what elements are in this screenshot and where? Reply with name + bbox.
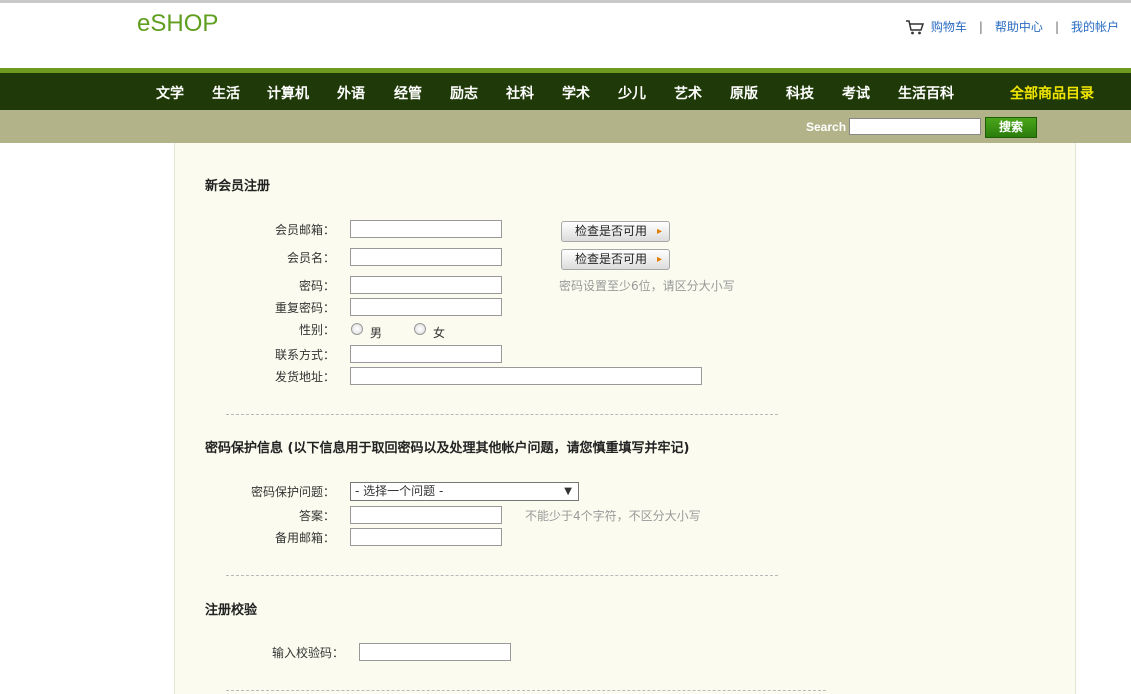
gender-female-label: 女	[433, 326, 446, 340]
nav-all-categories[interactable]: 全部商品目录	[1010, 83, 1094, 103]
section-divider	[226, 575, 778, 576]
dropdown-arrow-icon: ▼	[564, 486, 572, 497]
help-center-link[interactable]: 帮助中心	[995, 18, 1043, 35]
section-divider	[226, 690, 826, 691]
category-nav: 文学 生活 计算机 外语 经管 励志 社科 学术 少儿 艺术 原版 科技 考试 …	[0, 73, 1131, 110]
answer-hint: 不能少于4个字符，不区分大小写	[525, 509, 701, 523]
check-username-button-label: 检查是否可用	[575, 252, 648, 266]
shopping-cart-icon[interactable]	[905, 19, 925, 35]
top-links: 购物车 | 帮助中心 | 我的帐户	[905, 18, 1119, 35]
password-label: 密码：	[298, 279, 335, 293]
security-section-title: 密码保护信息 (以下信息用于取回密码以及处理其他帐户问题，请您慎重填写并牢记)	[205, 441, 690, 456]
username-label: 会员名：	[286, 251, 335, 265]
search-input[interactable]	[849, 118, 981, 135]
answer-label: 答案：	[298, 509, 335, 523]
search-bar: Search 搜索	[0, 110, 1131, 143]
check-username-button[interactable]: 检查是否可用 ▸	[561, 249, 670, 270]
backup-email-label: 备用邮箱：	[274, 531, 335, 545]
repeat-password-label: 重复密码：	[274, 301, 335, 315]
gender-female-radio[interactable]	[414, 323, 426, 335]
repeat-password-field[interactable]	[350, 298, 502, 316]
top-border	[0, 0, 1131, 3]
nav-item-computer[interactable]: 计算机	[267, 83, 309, 103]
nav-item-art[interactable]: 艺术	[674, 83, 702, 103]
password-hint: 密码设置至少6位，请区分大小写	[559, 279, 735, 293]
email-label: 会员邮箱：	[274, 223, 335, 237]
link-separator: |	[978, 19, 983, 34]
address-field[interactable]	[350, 367, 702, 385]
gender-label: 性别：	[298, 323, 335, 337]
register-section-title: 新会员注册	[205, 179, 271, 194]
password-field[interactable]	[350, 276, 502, 294]
arrow-right-icon: ▸	[656, 254, 662, 265]
nav-item-exam[interactable]: 考试	[842, 83, 870, 103]
cart-link[interactable]: 购物车	[931, 18, 967, 35]
contact-field[interactable]	[350, 345, 502, 363]
security-question-value: - 选择一个问题 -	[355, 484, 444, 498]
registration-panel: 新会员注册 会员邮箱： 检查是否可用 ▸ 会员名： 检查是否可用 ▸ 密码： 密…	[174, 143, 1076, 694]
search-button[interactable]: 搜索	[985, 117, 1037, 138]
gender-male-radio[interactable]	[351, 323, 363, 335]
section-divider	[226, 414, 778, 415]
nav-item-foreign-language[interactable]: 外语	[337, 83, 365, 103]
security-question-select[interactable]: - 选择一个问题 - ▼	[350, 482, 579, 501]
nav-item-life-encyclopedia[interactable]: 生活百科	[898, 83, 954, 103]
nav-item-academic[interactable]: 学术	[562, 83, 590, 103]
nav-item-inspirational[interactable]: 励志	[450, 83, 478, 103]
nav-item-life[interactable]: 生活	[212, 83, 240, 103]
my-account-link[interactable]: 我的帐户	[1071, 18, 1119, 35]
nav-item-original[interactable]: 原版	[730, 83, 758, 103]
verification-code-label: 输入校验码：	[271, 646, 344, 660]
arrow-right-icon: ▸	[656, 226, 662, 237]
check-email-button[interactable]: 检查是否可用 ▸	[561, 221, 670, 242]
nav-item-children[interactable]: 少儿	[618, 83, 646, 103]
nav-item-management[interactable]: 经管	[394, 83, 422, 103]
security-question-label: 密码保护问题：	[250, 485, 335, 499]
verify-section-title: 注册校验	[205, 603, 258, 618]
email-field[interactable]	[350, 220, 502, 238]
contact-label: 联系方式：	[274, 348, 335, 362]
search-label: Search	[806, 120, 847, 134]
nav-item-social-science[interactable]: 社科	[506, 83, 534, 103]
verification-code-field[interactable]	[359, 643, 511, 661]
nav-item-technology[interactable]: 科技	[786, 83, 814, 103]
site-logo[interactable]: eSHOP	[137, 10, 218, 38]
link-separator: |	[1054, 19, 1059, 34]
username-field[interactable]	[350, 248, 502, 266]
answer-field[interactable]	[350, 506, 502, 524]
check-email-button-label: 检查是否可用	[575, 224, 648, 238]
nav-item-literature[interactable]: 文学	[156, 83, 184, 103]
gender-male-label: 男	[370, 326, 383, 340]
backup-email-field[interactable]	[350, 528, 502, 546]
address-label: 发货地址：	[274, 370, 335, 384]
